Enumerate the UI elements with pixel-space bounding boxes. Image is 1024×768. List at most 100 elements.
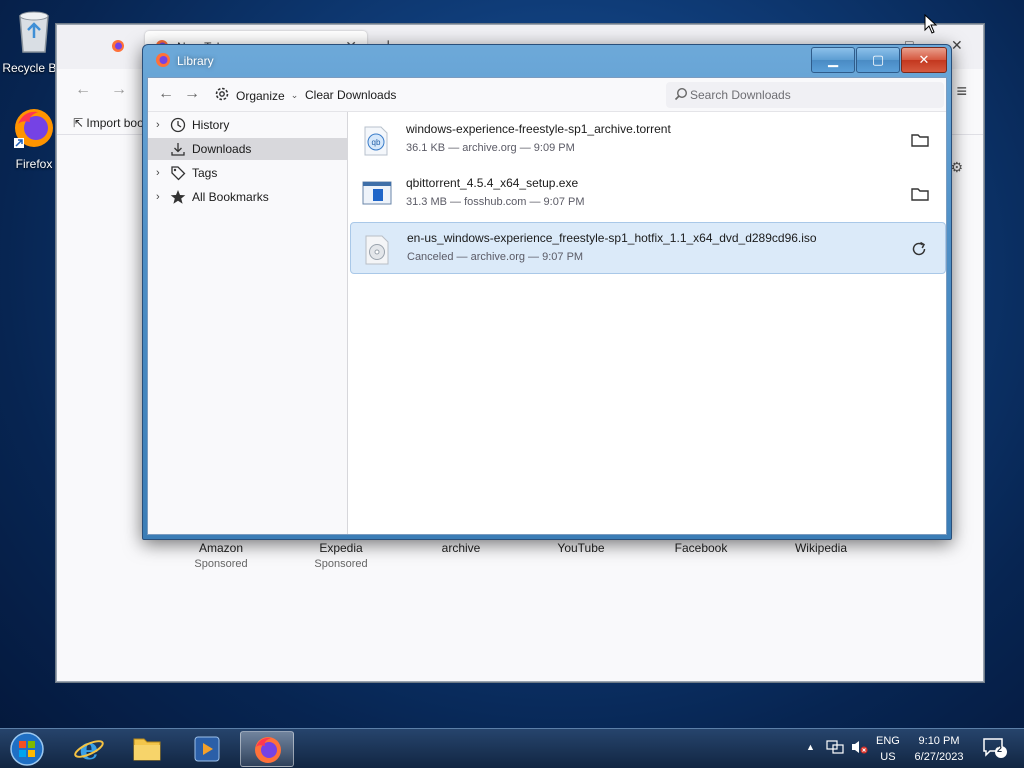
clear-downloads-button[interactable]: Clear Downloads [305,88,396,102]
forward-arrow-icon[interactable]: → [111,81,127,99]
library-titlebar[interactable]: Library ▁ ▢ ✕ [143,45,951,77]
taskbar: e ▲ ENG US 9:10 PM 6/27/2023 2 [0,728,1024,768]
sidebar-item-history[interactable]: › History [148,114,348,136]
action-center-button[interactable]: 2 [982,737,1008,762]
sidebar-item-tags[interactable]: › Tags [148,162,348,184]
input-language[interactable]: ENG US [876,733,900,765]
shortcut-name: Expedia [319,541,363,555]
start-button[interactable] [8,731,46,767]
star-icon [170,189,186,208]
top-sites: Amazon Sponsored Expedia Sponsored archi… [161,541,881,601]
firefox-icon [241,737,295,768]
download-meta: 31.3 MB — fosshub.com — 9:07 PM [406,196,585,208]
shortcut-sponsored: Sponsored [194,558,248,570]
minimize-icon: ▁ [828,52,838,67]
taskbar-media-player[interactable] [180,731,234,767]
shortcut-youtube[interactable]: YouTube [521,541,641,555]
library-window: Library ▁ ▢ ✕ ← → Organize ⌄ Clear Downl… [142,44,952,540]
notification-count: 2 [997,744,1003,754]
shortcut-name: Amazon [198,541,244,555]
taskbar-file-explorer[interactable] [120,731,174,767]
search-icon [674,87,688,104]
shortcut-facebook[interactable]: Facebook [641,541,761,555]
shortcut-archive[interactable]: archive [401,541,521,555]
window-title: Library [177,54,214,68]
language-code: ENG [876,735,900,747]
clock-time: 9:10 PM [918,735,960,747]
sidebar-item-label: All Bookmarks [192,190,269,204]
region-code: US [880,751,896,763]
maximize-button[interactable]: ▢ [856,47,900,73]
sidebar-item-downloads[interactable]: Downloads [148,138,348,160]
tag-icon [170,165,186,184]
shortcut-name: YouTube [557,541,605,555]
chevron-down-icon: ⌄ [290,90,299,100]
clock-date: 6/27/2023 [914,751,964,763]
folder-icon [120,738,174,768]
forward-arrow-icon[interactable]: → [184,85,200,103]
chevron-right-icon[interactable]: › [156,119,160,131]
back-arrow-icon[interactable]: ← [75,81,91,99]
hamburger-menu-icon[interactable]: ≡ [956,81,967,102]
torrent-file-icon: qb [362,126,390,156]
firefox-icon [155,52,171,71]
download-meta: 36.1 KB — archive.org — 9:09 PM [406,142,575,154]
folder-icon[interactable] [910,184,930,204]
internet-explorer-icon: e [62,732,116,768]
library-toolbar: ← → Organize ⌄ Clear Downloads [148,78,946,112]
import-icon: ⇱ [73,116,84,130]
download-icon [170,141,186,160]
library-client-area: ← → Organize ⌄ Clear Downloads › [147,77,947,535]
gear-icon[interactable]: ⚙ [950,159,963,176]
shortcut-name: archive [441,541,481,555]
network-icon[interactable] [826,739,844,758]
sidebar-item-all-bookmarks[interactable]: › All Bookmarks [148,186,348,208]
volume-muted-icon[interactable] [850,739,868,758]
shortcut-amazon[interactable]: Amazon Sponsored [161,541,281,570]
mouse-cursor-icon [924,13,938,37]
taskbar-firefox[interactable] [240,731,294,767]
search-box[interactable] [666,82,944,108]
library-sidebar: › History Downloads › Tags › All Bookmar… [148,112,348,534]
close-window-icon[interactable]: ✕ [951,37,963,54]
download-filename: en-us_windows-experience_freestyle-sp1_h… [407,231,817,245]
shortcut-expedia[interactable]: Expedia Sponsored [281,541,401,570]
sidebar-item-label: History [192,118,230,132]
clock[interactable]: 9:10 PM 6/27/2023 [908,733,970,765]
show-hidden-icons-icon[interactable]: ▲ [806,742,815,752]
shortcut-wikipedia[interactable]: Wikipedia [761,541,881,555]
download-item[interactable]: qbittorrent_4.5.4_x64_setup.exe 31.3 MB … [350,168,946,220]
sidebar-item-label: Downloads [192,142,252,156]
shortcut-name: Wikipedia [794,541,848,555]
minimize-button[interactable]: ▁ [811,47,855,73]
firefox-view-icon[interactable] [111,39,125,56]
firefox-label: Firefox [15,157,53,171]
maximize-icon: ▢ [871,52,885,67]
chevron-right-icon[interactable]: › [156,191,160,203]
shortcut-name: Facebook [674,541,728,555]
chevron-right-icon[interactable]: › [156,167,160,179]
svg-text:qb: qb [372,138,381,147]
download-filename: windows-experience-freestyle-sp1_archive… [406,122,671,136]
download-item-selected[interactable]: en-us_windows-experience_freestyle-sp1_h… [350,222,946,274]
clock-icon [170,117,186,136]
taskbar-internet-explorer[interactable]: e [62,731,116,767]
organize-label: Organize [236,88,285,103]
download-meta: Canceled — archive.org — 9:07 PM [407,251,584,263]
media-player-icon [180,736,234,768]
search-input[interactable] [690,85,934,105]
back-arrow-icon[interactable]: ← [158,85,174,103]
installer-file-icon [362,180,392,208]
shortcut-sponsored: Sponsored [314,558,368,570]
organize-button[interactable]: Organize ⌄ [214,86,298,105]
sidebar-item-label: Tags [192,166,218,180]
folder-icon[interactable] [910,130,930,150]
downloads-list: qb windows-experience-freestyle-sp1_arch… [348,112,946,534]
close-button[interactable]: ✕ [901,47,947,73]
retry-icon[interactable] [909,239,929,259]
disc-image-icon [363,235,391,265]
svg-text:e: e [79,732,98,767]
notification-icon [982,738,1008,762]
download-item[interactable]: qb windows-experience-freestyle-sp1_arch… [350,114,946,166]
download-filename: qbittorrent_4.5.4_x64_setup.exe [406,176,579,190]
